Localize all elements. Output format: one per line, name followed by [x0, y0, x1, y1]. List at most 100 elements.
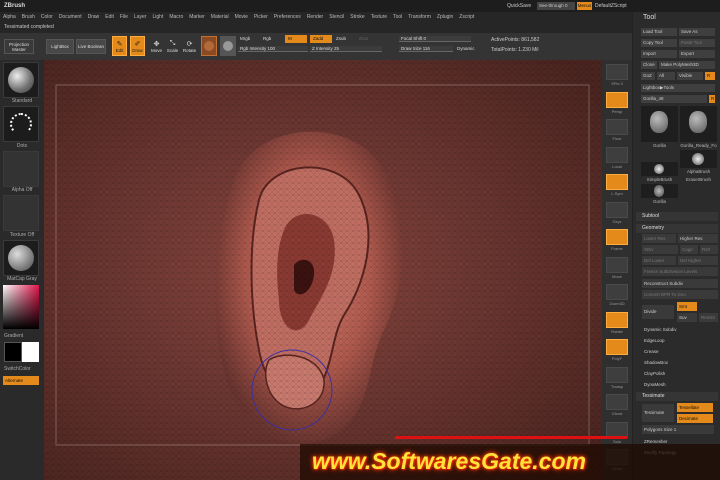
menu-tool[interactable]: Tool — [390, 14, 405, 20]
scale-button[interactable]: ⤡ Scale — [166, 36, 179, 56]
menu-zscript[interactable]: Zscript — [456, 14, 477, 20]
subtool-section[interactable]: Subtool — [636, 212, 718, 221]
view-button-floor[interactable] — [606, 119, 628, 135]
lightbox-button[interactable]: LightBox — [46, 39, 74, 54]
dynamic-toggle[interactable]: Dynamic — [455, 46, 477, 52]
polygons-size-slider[interactable]: Polygons Size 1 — [642, 425, 714, 434]
quicksave-button[interactable]: QuickSave — [507, 3, 531, 9]
zscript-label[interactable]: DefaultZScript — [595, 3, 627, 9]
tool-thumb-eraserbrush[interactable] — [680, 162, 717, 176]
copy-tool-button[interactable]: Copy Tool — [641, 39, 677, 47]
del-lower-button[interactable]: Del Lower — [642, 256, 676, 265]
clone-button[interactable]: Clone — [641, 61, 657, 69]
zsub-toggle[interactable]: Zsub — [334, 36, 354, 42]
view-button-spix-3[interactable] — [606, 64, 628, 80]
secondary-color-swatch[interactable] — [22, 342, 39, 362]
shadowbox-section[interactable]: ShadowBox — [642, 358, 718, 367]
load-tool-button[interactable]: Load Tool — [641, 28, 677, 36]
menu-marker[interactable]: Marker — [186, 14, 208, 20]
r-button[interactable]: R — [705, 72, 715, 80]
seethrough-slider[interactable]: See-through 0 — [537, 2, 575, 10]
menus-button[interactable]: Menus — [577, 2, 592, 10]
view-button-zoom3d[interactable] — [606, 284, 628, 300]
brush-swatch-button[interactable] — [220, 36, 236, 56]
view-button-gxyz[interactable] — [606, 201, 628, 218]
menu-edit[interactable]: Edit — [102, 14, 117, 20]
lower-res-button[interactable]: Lower Res — [642, 234, 676, 243]
import-button[interactable]: Import — [641, 50, 677, 58]
menu-layer[interactable]: Layer — [131, 14, 150, 20]
smt-toggle[interactable]: Smt — [677, 302, 697, 311]
mrgb-toggle[interactable]: Mrgb — [238, 36, 260, 42]
stroke-picker[interactable] — [3, 106, 39, 142]
move-button[interactable]: ✥ Move — [150, 36, 163, 56]
rgb-toggle[interactable]: Rgb — [261, 36, 281, 42]
focal-shift-slider[interactable]: Focal Shift 0 — [399, 36, 471, 42]
visible-button[interactable]: Visible — [677, 72, 703, 80]
divide-button[interactable]: Divide — [642, 305, 674, 319]
gorilla-tool-slider[interactable]: Gorilla_48 — [641, 95, 707, 103]
geometry-section[interactable]: Geometry — [636, 224, 718, 233]
view-button-local[interactable] — [606, 146, 628, 163]
draw-size-slider[interactable]: Draw Size 116 — [399, 46, 453, 52]
menu-stroke[interactable]: Stroke — [347, 14, 367, 20]
tool-thumb-gorilla-small[interactable] — [641, 184, 678, 198]
tessimate-button[interactable]: Tessimate — [642, 404, 674, 422]
rstr-button[interactable]: Rstr — [700, 245, 718, 254]
menu-transform[interactable]: Transform — [405, 14, 434, 20]
view-button-ghost[interactable] — [606, 394, 628, 410]
dynamic-subdiv-section[interactable]: Dynamic Subdiv — [642, 325, 718, 334]
view-button-l-sym[interactable] — [606, 174, 628, 190]
menu-zplugin[interactable]: Zplugin — [434, 14, 456, 20]
view-button-frame[interactable] — [606, 229, 628, 245]
menu-draw[interactable]: Draw — [85, 14, 103, 20]
switchcolor-label[interactable]: SwitchColor — [0, 366, 44, 372]
view-button-polyf[interactable] — [606, 339, 628, 355]
del-higher-button[interactable]: Del Higher — [678, 256, 718, 265]
make-polymesh-button[interactable]: Make PolyMesh3D — [659, 61, 715, 69]
menu-document[interactable]: Document — [56, 14, 85, 20]
sdiv-slider[interactable]: SDiv — [642, 245, 678, 254]
menu-stencil[interactable]: Stencil — [326, 14, 347, 20]
menu-brush[interactable]: Brush — [19, 14, 38, 20]
zcut-toggle[interactable]: Zcut — [357, 36, 375, 42]
menu-preferences[interactable]: Preferences — [271, 14, 304, 20]
menu-color[interactable]: Color — [38, 14, 56, 20]
save-as-button[interactable]: Save As — [679, 28, 715, 36]
menu-macro[interactable]: Macro — [166, 14, 186, 20]
document-canvas[interactable] — [44, 60, 602, 480]
color-picker[interactable] — [3, 285, 39, 329]
live-boolean-button[interactable]: Live Boolean — [76, 39, 106, 54]
view-button-move[interactable] — [606, 256, 628, 273]
goz-button[interactable]: GoZ — [641, 72, 655, 80]
higher-res-button[interactable]: Higher Res — [678, 234, 718, 243]
menu-material[interactable]: Material — [208, 14, 232, 20]
zadd-toggle[interactable]: Zadd — [310, 35, 332, 43]
suv-toggle[interactable]: Suv — [677, 313, 697, 322]
alpha-picker[interactable] — [3, 151, 39, 187]
alternate-button[interactable]: Alternate — [3, 376, 39, 385]
menu-picker[interactable]: Picker — [251, 14, 271, 20]
tessellate-button[interactable]: Tessellate — [677, 403, 713, 412]
edgeloop-section[interactable]: EdgeLoop — [642, 336, 718, 345]
rotate-button[interactable]: ⟳ Rotate — [183, 36, 196, 56]
r-slider-button[interactable]: R — [709, 95, 715, 103]
crease-section[interactable]: Crease — [642, 347, 718, 356]
tool-thumb-simplebrush[interactable] — [641, 162, 678, 176]
menu-file[interactable]: File — [117, 14, 131, 20]
view-button-transp[interactable] — [606, 366, 628, 383]
primary-color-swatch[interactable] — [4, 342, 22, 362]
menu-texture[interactable]: Texture — [368, 14, 390, 20]
all-button[interactable]: All — [657, 72, 675, 80]
menu-render[interactable]: Render — [304, 14, 326, 20]
menu-alpha[interactable]: Alpha — [0, 14, 19, 20]
m-toggle[interactable]: M — [285, 35, 307, 43]
dynamesh-section[interactable]: DynaMesh — [642, 380, 718, 389]
z-intensity-slider[interactable]: Z Intensity 25 — [310, 46, 382, 52]
view-button-persp[interactable] — [606, 91, 628, 108]
paste-tool-button[interactable]: Paste Tool — [679, 39, 715, 47]
tool-thumb-gorilla[interactable] — [641, 106, 678, 142]
claypolish-section[interactable]: ClayPolish — [642, 369, 718, 378]
lightbox-tools-button[interactable]: Lightbox▶Tools — [641, 84, 715, 92]
cage-button[interactable]: Cage — [680, 245, 698, 254]
